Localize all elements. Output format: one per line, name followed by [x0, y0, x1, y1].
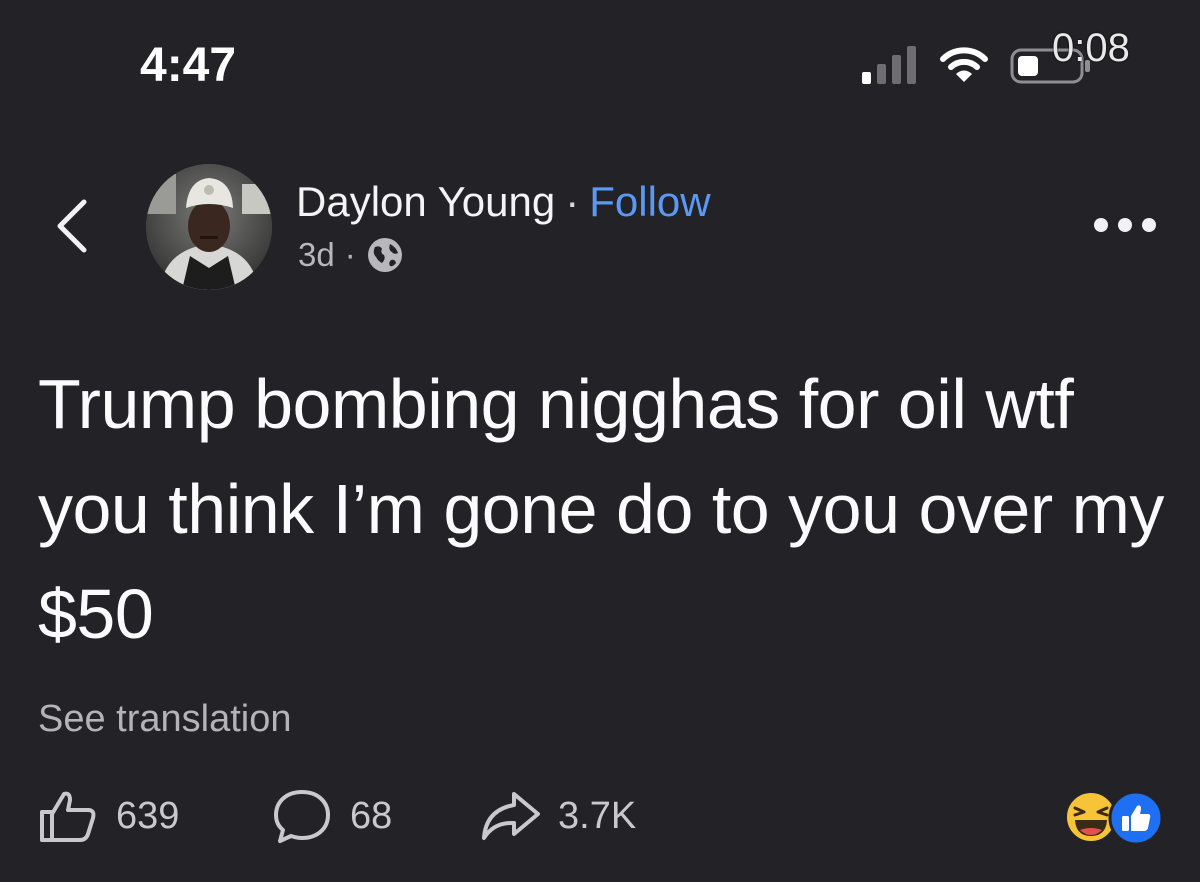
comment-bubble-icon	[274, 790, 330, 843]
post-meta: 3d ·	[298, 236, 404, 274]
post-text: Trump bombing nigghas for oil wtf you th…	[38, 365, 1164, 653]
more-dot-icon	[1094, 218, 1108, 232]
name-separator: ·	[565, 178, 580, 225]
post-age[interactable]: 3d	[298, 236, 335, 274]
reaction-summary[interactable]	[1064, 790, 1164, 846]
like-reaction-icon	[1108, 790, 1164, 846]
follow-button[interactable]: Follow	[589, 178, 710, 225]
author-line: Daylon Young · Follow	[296, 178, 711, 226]
author-name[interactable]: Daylon Young	[296, 178, 555, 225]
share-count: 3.7K	[558, 794, 637, 837]
meta-separator: ·	[344, 236, 356, 273]
share-arrow-icon	[482, 792, 540, 840]
comment-button[interactable]: 68	[272, 786, 392, 846]
post-screen: 4:47 0:08 Daylon Young · Follow 3d · Tru…	[0, 0, 1200, 882]
globe-icon	[367, 238, 402, 272]
cellular-signal-icon	[862, 46, 916, 84]
more-dot-icon	[1142, 218, 1156, 232]
more-options-button[interactable]	[1094, 214, 1156, 236]
status-time: 4:47	[140, 39, 237, 92]
like-button[interactable]: 639	[38, 786, 179, 846]
avatar-image	[146, 164, 272, 290]
more-dot-icon	[1118, 218, 1132, 232]
like-count: 639	[116, 794, 180, 837]
comment-count: 68	[350, 794, 393, 837]
thumbs-up-icon	[40, 791, 96, 842]
author-avatar[interactable]	[146, 164, 272, 290]
back-chevron-icon[interactable]	[52, 196, 92, 256]
status-icons: 0:08	[860, 26, 1160, 94]
share-button[interactable]: 3.7K	[480, 786, 636, 846]
wifi-icon	[940, 47, 988, 82]
see-translation-link[interactable]: See translation	[38, 698, 292, 741]
recording-timer: 0:08	[1052, 26, 1130, 70]
